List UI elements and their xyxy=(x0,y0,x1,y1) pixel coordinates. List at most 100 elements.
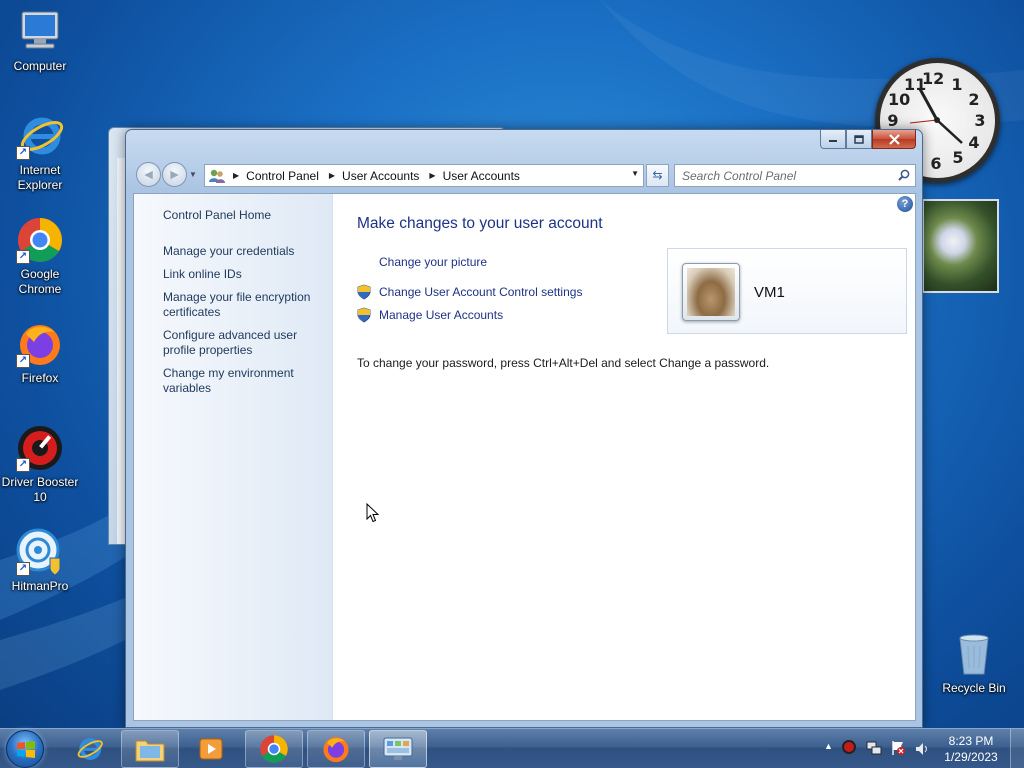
network-icon[interactable] xyxy=(866,740,882,756)
taskbar-windows-explorer[interactable] xyxy=(121,730,179,768)
back-button[interactable]: ◄ xyxy=(136,162,161,187)
slideshow-gadget[interactable] xyxy=(922,199,999,293)
chrome-icon: ↗ xyxy=(16,216,64,264)
close-icon xyxy=(888,133,900,145)
desktop-icon-hitmanpro[interactable]: ↗ HitmanPro xyxy=(0,528,80,594)
minimize-button[interactable] xyxy=(820,130,846,149)
breadcrumb-user-accounts-current[interactable]: User Accounts xyxy=(443,169,520,183)
mouse-cursor-icon xyxy=(366,503,380,523)
windows-logo-icon xyxy=(17,741,35,758)
taskbar-internet-explorer[interactable] xyxy=(60,730,118,768)
shortcut-arrow-icon: ↗ xyxy=(16,562,30,576)
recent-pages-button[interactable]: ▼ xyxy=(189,168,201,182)
maximize-icon xyxy=(854,134,864,144)
desktop-icon-label: Internet Explorer xyxy=(17,163,63,192)
desktop-icon-recycle-bin[interactable]: Recycle Bin xyxy=(934,630,1014,696)
help-icon[interactable]: ? xyxy=(897,196,913,212)
search-input[interactable]: Search Control Panel xyxy=(674,164,916,187)
folder-icon xyxy=(135,740,165,762)
shortcut-arrow-icon: ↗ xyxy=(16,458,30,472)
address-history-dropdown[interactable]: ▼ xyxy=(631,169,639,178)
desktop-icon-label: Firefox xyxy=(21,371,59,385)
task-label: Change your picture xyxy=(379,255,488,269)
refresh-button[interactable]: ⇆ xyxy=(646,164,669,187)
driver-booster-tray-icon[interactable] xyxy=(842,740,856,754)
uac-settings-link[interactable]: Change User Account Control settings xyxy=(357,284,582,300)
taskbar-google-chrome[interactable] xyxy=(245,730,303,768)
show-hidden-icons-button[interactable]: ▲ xyxy=(824,741,833,751)
desktop-icon-driver-booster[interactable]: ↗ Driver Booster 10 xyxy=(0,424,80,505)
shortcut-arrow-icon: ↗ xyxy=(16,146,30,160)
navigation-bar: ◄ ► ▼ ▶ Control Panel ▶ User Accounts ▶ … xyxy=(134,161,916,187)
taskbar-clock[interactable]: 8:23 PM 1/29/2023 xyxy=(941,733,1001,765)
left-link-advanced-profile-properties[interactable]: Configure advanced user profile properti… xyxy=(163,328,323,358)
breadcrumb-user-accounts[interactable]: User Accounts xyxy=(342,169,419,183)
close-button[interactable] xyxy=(872,130,916,149)
internet-explorer-icon xyxy=(77,738,103,760)
driver-booster-icon: ↗ xyxy=(16,424,64,472)
left-link-environment-variables[interactable]: Change my environment variables xyxy=(163,366,323,396)
manage-user-accounts-link[interactable]: Manage User Accounts xyxy=(357,307,503,323)
taskbar-windows-media-player[interactable] xyxy=(182,730,240,768)
recycle-bin-icon xyxy=(950,630,998,678)
left-link-manage-credentials[interactable]: Manage your credentials xyxy=(163,244,323,259)
start-button[interactable] xyxy=(6,730,44,768)
left-link-control-panel-home[interactable]: Control Panel Home xyxy=(163,208,323,223)
forward-arrow-icon: ► xyxy=(167,166,182,182)
desktop-icon-label: Recycle Bin xyxy=(942,681,1006,695)
chevron-down-icon: ▼ xyxy=(189,170,197,179)
left-link-file-encryption-certificates[interactable]: Manage your file encryption certificates xyxy=(163,290,323,320)
internet-explorer-icon: ↗ xyxy=(16,112,64,160)
volume-icon[interactable] xyxy=(914,741,930,757)
desktop-icon-computer[interactable]: Computer xyxy=(0,8,80,74)
taskbar-date: 1/29/2023 xyxy=(944,750,998,764)
window-content: Control Panel Home Manage your credentia… xyxy=(133,193,916,721)
taskbar-firefox[interactable] xyxy=(307,730,365,768)
desktop-icon-google-chrome[interactable]: ↗ Google Chrome xyxy=(0,216,80,297)
desktop-icon-firefox[interactable]: ↗ Firefox xyxy=(0,320,80,386)
back-arrow-icon: ◄ xyxy=(141,166,156,182)
left-link-link-online-ids[interactable]: Link online IDs xyxy=(163,267,323,282)
control-panel-icon xyxy=(383,737,413,760)
notification-area: ▲ 8:23 PM 1/29/2023 xyxy=(814,729,1024,768)
address-bar[interactable]: ▶ Control Panel ▶ User Accounts ▶ User A… xyxy=(204,164,644,187)
breadcrumb-separator-icon: ▶ xyxy=(233,171,240,180)
task-pane: Control Panel Home Manage your credentia… xyxy=(134,194,333,720)
user-picture-cat-icon xyxy=(687,268,735,316)
window-caption-buttons xyxy=(820,130,916,149)
taskbar-time: 8:23 PM xyxy=(948,734,994,748)
user-accounts-icon xyxy=(208,168,226,184)
forward-button[interactable]: ► xyxy=(162,162,187,187)
desktop-icon-internet-explorer[interactable]: ↗ Internet Explorer xyxy=(0,112,80,193)
show-desktop-button[interactable] xyxy=(1010,729,1024,768)
uac-shield-icon xyxy=(357,307,371,323)
breadcrumb-separator-icon: ▶ xyxy=(429,171,436,180)
hitmanpro-icon: ↗ xyxy=(16,528,64,576)
password-instructions: To change your password, press Ctrl+Alt+… xyxy=(357,356,770,370)
user-accounts-window[interactable]: ◄ ► ▼ ▶ Control Panel ▶ User Accounts ▶ … xyxy=(125,129,923,728)
search-placeholder: Search Control Panel xyxy=(682,169,797,183)
desktop-icon-label: Driver Booster 10 xyxy=(1,475,79,504)
avatar[interactable] xyxy=(682,263,740,321)
breadcrumb-separator-icon: ▶ xyxy=(328,171,336,180)
computer-icon xyxy=(16,8,64,56)
desktop-icon-label: HitmanPro xyxy=(11,579,69,593)
search-icon[interactable] xyxy=(898,169,910,181)
user-account-card: VM1 xyxy=(667,248,907,334)
task-label: Manage User Accounts xyxy=(379,308,504,322)
page-title: Make changes to your user account xyxy=(357,215,603,232)
desktop-icon-label: Google Chrome xyxy=(18,267,62,296)
media-player-icon xyxy=(199,738,223,760)
task-label: Change User Account Control settings xyxy=(379,285,583,299)
minimize-icon xyxy=(829,140,837,142)
change-picture-link[interactable]: Change your picture xyxy=(357,255,487,269)
maximize-button[interactable] xyxy=(846,130,872,149)
taskbar-control-panel[interactable] xyxy=(369,730,427,768)
main-pane: ? Make changes to your user account Chan… xyxy=(334,194,915,720)
shortcut-arrow-icon: ↗ xyxy=(16,250,30,264)
refresh-icon: ⇆ xyxy=(652,168,663,182)
breadcrumb-control-panel[interactable]: Control Panel xyxy=(246,169,319,183)
uac-shield-icon xyxy=(357,284,371,300)
action-center-flag-icon[interactable] xyxy=(890,740,906,756)
chrome-icon xyxy=(260,735,288,763)
